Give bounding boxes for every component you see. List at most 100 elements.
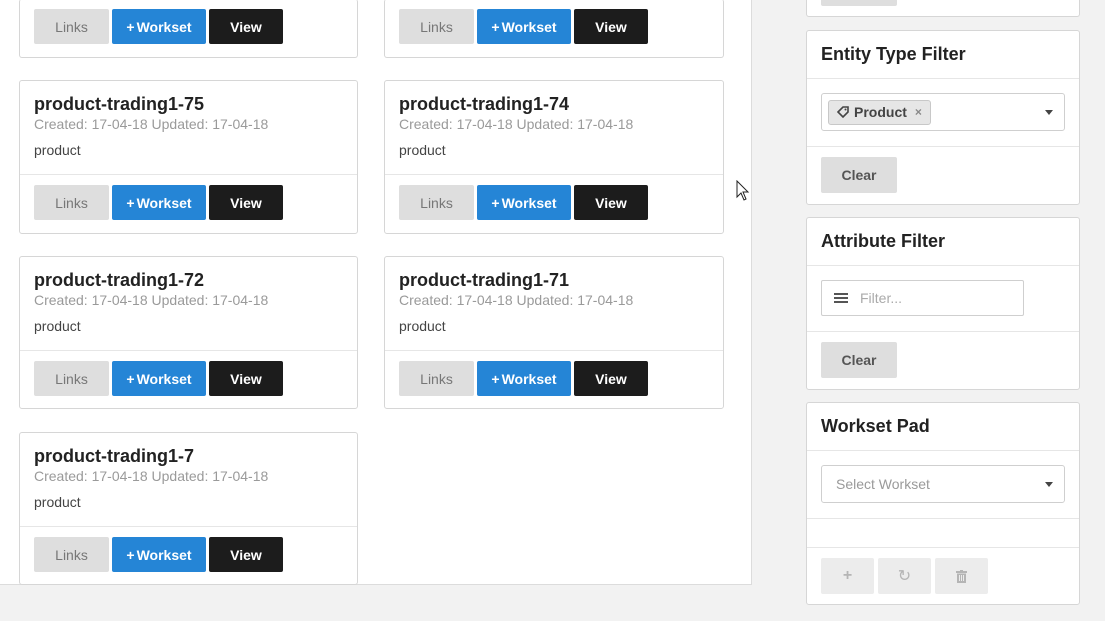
view-button[interactable]: View [574, 361, 648, 396]
result-card: product-trading1-71 Created: 17-04-18 Up… [384, 256, 724, 409]
card-dates: Created: 17-04-18 Updated: 17-04-18 [399, 292, 634, 308]
card-entity-type: product [399, 142, 446, 158]
card-actions: Links + Workset View [20, 527, 357, 582]
workset-label: Workset [136, 370, 192, 387]
result-card-partial: Links + Workset View [19, 0, 358, 58]
panel-header: Attribute Filter [807, 218, 1079, 266]
view-button[interactable]: View [209, 9, 283, 44]
add-to-workset-button[interactable]: + Workset [477, 185, 571, 220]
card-body: product-trading1-75 Created: 17-04-18 Up… [20, 81, 357, 175]
attribute-filter-input[interactable] [860, 290, 1010, 306]
card-body: product-trading1-74 Created: 17-04-18 Up… [385, 81, 723, 175]
add-to-workset-button[interactable]: + Workset [112, 537, 206, 572]
card-dates: Created: 17-04-18 Updated: 17-04-18 [34, 468, 269, 484]
card-entity-type: product [34, 494, 81, 510]
remove-tag-icon[interactable]: × [915, 105, 922, 119]
add-workset-button[interactable]: + [821, 558, 874, 594]
result-card: product-trading1-72 Created: 17-04-18 Up… [19, 256, 358, 409]
add-to-workset-button[interactable]: + Workset [477, 361, 571, 396]
result-card: product-trading1-74 Created: 17-04-18 Up… [384, 80, 724, 234]
entity-type-filter-panel: Entity Type Filter Product × Clear [806, 30, 1080, 205]
clear-button-partial[interactable] [821, 0, 897, 6]
workset-pad-actions: + ↻ [807, 548, 1079, 604]
card-title[interactable]: product-trading1-72 [34, 257, 343, 291]
attribute-filter-actions: Clear [807, 332, 1079, 392]
result-card: product-trading1-75 Created: 17-04-18 Up… [19, 80, 358, 234]
card-actions: Links + Workset View [385, 175, 723, 230]
view-button[interactable]: View [574, 185, 648, 220]
card-body: product-trading1-71 Created: 17-04-18 Up… [385, 257, 723, 351]
workset-label: Workset [501, 370, 557, 387]
add-to-workset-button[interactable]: + Workset [477, 9, 571, 44]
panel-title: Workset Pad [821, 416, 930, 436]
workset-label: Workset [501, 18, 557, 35]
plus-icon: + [126, 370, 135, 387]
card-body: product-trading1-7 Created: 17-04-18 Upd… [20, 433, 357, 527]
card-title[interactable]: product-trading1-74 [399, 81, 709, 115]
card-title[interactable]: product-trading1-75 [34, 81, 343, 115]
mouse-pointer-icon [736, 180, 750, 201]
links-button[interactable]: Links [399, 361, 474, 396]
links-button[interactable]: Links [34, 361, 109, 396]
card-entity-type: product [399, 318, 446, 334]
view-button[interactable]: View [209, 537, 283, 572]
attribute-filter-field[interactable] [821, 280, 1024, 316]
plus-icon: + [491, 370, 500, 387]
workset-label: Workset [136, 18, 192, 35]
view-button[interactable]: View [209, 361, 283, 396]
attribute-filter-input-section [807, 266, 1079, 332]
view-button[interactable]: View [574, 9, 648, 44]
links-button[interactable]: Links [34, 185, 109, 220]
delete-workset-button[interactable] [935, 558, 988, 594]
list-icon [834, 293, 848, 303]
plus-icon: + [126, 194, 135, 211]
card-entity-type: product [34, 318, 81, 334]
links-button[interactable]: Links [399, 185, 474, 220]
workset-pad-panel: Workset Pad Select Workset + ↻ [806, 402, 1080, 605]
tag-label: Product [854, 104, 907, 120]
card-actions: Links + Workset View [385, 351, 723, 406]
workset-select[interactable]: Select Workset [821, 465, 1065, 503]
workset-label: Workset [501, 194, 557, 211]
card-body: product-trading1-72 Created: 17-04-18 Up… [20, 257, 357, 351]
panel-header: Entity Type Filter [807, 31, 1079, 79]
plus-icon: + [126, 546, 135, 563]
refresh-workset-button[interactable]: ↻ [878, 558, 931, 594]
workset-select-section: Select Workset [807, 451, 1079, 519]
workset-label: Workset [136, 194, 192, 211]
card-dates: Created: 17-04-18 Updated: 17-04-18 [34, 292, 269, 308]
caret-down-icon[interactable] [1045, 110, 1053, 115]
result-card-partial: Links + Workset View [384, 0, 724, 58]
add-to-workset-button[interactable]: + Workset [112, 185, 206, 220]
tag-icon [837, 106, 849, 118]
card-actions: Links + Workset View [20, 175, 357, 230]
results-panel: Links + Workset View Links + Workset View … [0, 0, 752, 585]
result-card: product-trading1-7 Created: 17-04-18 Upd… [19, 432, 358, 585]
workset-pad-content [807, 519, 1079, 548]
card-title[interactable]: product-trading1-7 [34, 433, 343, 467]
add-to-workset-button[interactable]: + Workset [112, 9, 206, 44]
selected-tag: Product × [828, 99, 931, 125]
clear-entity-filter-button[interactable]: Clear [821, 157, 897, 193]
links-button[interactable]: Links [399, 9, 474, 44]
caret-down-icon[interactable] [1045, 482, 1053, 487]
links-button[interactable]: Links [34, 9, 109, 44]
entity-type-select[interactable]: Product × [821, 93, 1065, 131]
clear-attribute-filter-button[interactable]: Clear [821, 342, 897, 378]
workset-label: Workset [136, 546, 192, 563]
card-dates: Created: 17-04-18 Updated: 17-04-18 [399, 116, 634, 132]
view-button[interactable]: View [209, 185, 283, 220]
entity-type-actions: Clear [807, 147, 1079, 207]
plus-icon: + [126, 18, 135, 35]
card-title[interactable]: product-trading1-71 [399, 257, 709, 291]
panel-header: Workset Pad [807, 403, 1079, 451]
refresh-icon: ↻ [897, 568, 912, 585]
trash-icon [956, 569, 967, 583]
card-actions: Links + Workset View [20, 0, 357, 54]
add-to-workset-button[interactable]: + Workset [112, 361, 206, 396]
card-entity-type: product [34, 142, 81, 158]
side-panel-partial [806, 0, 1080, 17]
links-button[interactable]: Links [34, 537, 109, 572]
card-actions: Links + Workset View [385, 0, 723, 54]
workset-select-placeholder: Select Workset [836, 476, 930, 492]
